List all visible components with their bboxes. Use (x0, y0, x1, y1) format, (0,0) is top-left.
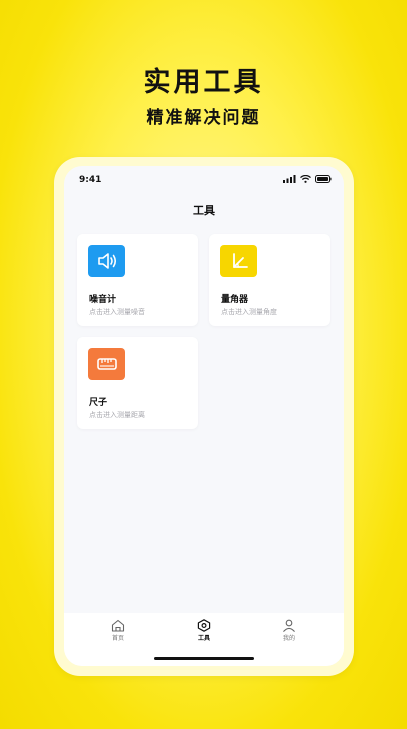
tab-label: 首页 (111, 635, 124, 642)
status-icons (283, 175, 332, 183)
status-time: 9:41 (79, 175, 102, 185)
ruler-icon (88, 348, 125, 380)
phone-screen: 9:41 工具 噪音计 点击进入测量噪音 量角器 点击进入测量角度 尺子 点击进… (64, 166, 344, 666)
signal-icon (283, 175, 296, 183)
tools-icon (197, 619, 211, 632)
profile-icon (283, 619, 295, 632)
tab-home[interactable]: 首页 (98, 619, 138, 642)
tool-card-protractor[interactable]: 量角器 点击进入测量角度 (209, 234, 330, 326)
wifi-icon (300, 175, 311, 183)
tool-desc: 点击进入测量角度 (221, 308, 277, 316)
tab-label: 工具 (197, 635, 210, 642)
status-bar: 9:41 (64, 166, 344, 194)
tool-name: 量角器 (221, 295, 249, 305)
home-icon (111, 619, 125, 632)
tab-profile[interactable]: 我的 (269, 619, 309, 642)
promo-subtitle: 精准解决问题 (146, 108, 261, 128)
tool-desc: 点击进入测量噪音 (89, 308, 145, 316)
speaker-icon (88, 245, 125, 277)
tab-label: 我的 (282, 635, 295, 642)
page-title: 工具 (193, 204, 215, 217)
tab-tools[interactable]: 工具 (184, 619, 224, 642)
home-indicator (154, 657, 254, 660)
promo-title: 实用工具 (143, 67, 264, 98)
tool-card-noise-meter[interactable]: 噪音计 点击进入测量噪音 (77, 234, 198, 326)
battery-icon (315, 175, 332, 183)
tool-name: 尺子 (89, 398, 108, 408)
tool-desc: 点击进入测量距离 (89, 411, 145, 419)
tool-name: 噪音计 (89, 295, 117, 305)
tool-card-ruler[interactable]: 尺子 点击进入测量距离 (77, 337, 198, 429)
protractor-icon (220, 245, 257, 277)
